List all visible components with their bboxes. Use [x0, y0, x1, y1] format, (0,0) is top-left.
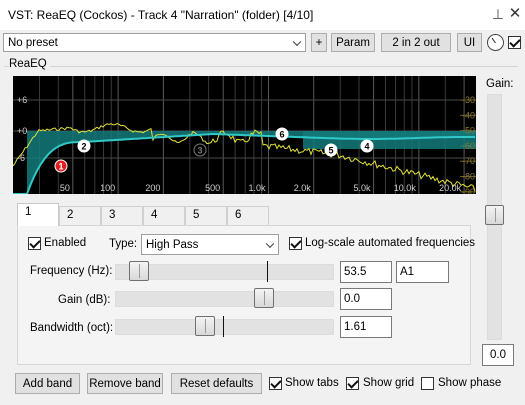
freq-label: 500 — [205, 183, 220, 193]
reset-defaults-button[interactable]: Reset defaults — [171, 373, 262, 394]
band-gain-slider-thumb[interactable] — [253, 288, 274, 308]
band-gain-field[interactable]: 0.0 — [340, 288, 392, 310]
enabled-checkbox[interactable] — [28, 237, 41, 250]
group-label: ReaEQ — [9, 58, 50, 70]
db-label-right: -50 — [462, 126, 475, 136]
close-icon[interactable]: ✕ — [506, 4, 524, 26]
gain-db-label: Gain (dB): — [58, 294, 111, 306]
frequency-label: Frequency (Hz): — [30, 265, 113, 277]
type-label: Type: — [109, 238, 138, 250]
band-marker-2: 2 — [77, 139, 91, 153]
band-marker-label: 2 — [81, 142, 86, 152]
remove-band-button[interactable]: Remove band — [87, 373, 163, 394]
band-marker-4: 4 — [360, 139, 374, 153]
tab-4[interactable]: 4 — [143, 206, 185, 225]
show-tabs-checkbox[interactable] — [269, 377, 282, 390]
window-title: VST: ReaEQ (Cockos) - Track 4 "Narration… — [8, 8, 314, 22]
bandwidth-slider-thumb[interactable] — [195, 316, 215, 336]
tab-5[interactable]: 5 — [185, 206, 227, 225]
tab-3[interactable]: 3 — [101, 206, 143, 225]
type-value: High Pass — [146, 238, 199, 251]
param-button[interactable]: Param — [331, 33, 375, 52]
eq-graph-canvas: 50 100 200 500 1.0k 2.0k 5.0k 10.0k 20.0k +6 +0 -6 -… — [13, 76, 476, 194]
db-label-right: -30 — [462, 95, 475, 105]
db-label: -6 — [17, 153, 25, 163]
tab-6[interactable]: 6 — [227, 206, 269, 225]
group-divider — [4, 66, 518, 67]
bandwidth-field[interactable]: 1.61 — [340, 316, 392, 338]
freq-label: 100 — [100, 183, 115, 193]
show-phase-label: Show phase — [438, 377, 502, 389]
freq-label: 1.0k — [248, 183, 266, 193]
tab-2[interactable]: 2 — [59, 206, 101, 225]
band-marker-label: 3 — [197, 146, 202, 156]
db-label: +6 — [17, 95, 27, 105]
freq-label: 5.0k — [354, 183, 372, 193]
band-marker-5: 5 — [324, 143, 338, 157]
enabled-label: Enabled — [44, 237, 87, 249]
frequency-field[interactable]: 53.5 — [340, 261, 392, 283]
gain-label: Gain: — [486, 78, 514, 90]
band-marker-label: 5 — [328, 146, 333, 156]
freq-label: 50 — [60, 183, 70, 193]
band-marker-6: 6 — [275, 127, 289, 141]
wet-knob-icon[interactable] — [487, 34, 504, 51]
logscale-checkbox[interactable] — [289, 237, 302, 250]
gain-value-field[interactable]: 0.0 — [482, 344, 514, 366]
db-label-right: -60 — [462, 141, 475, 151]
freq-label: 200 — [145, 183, 160, 193]
band-gain-slider-track[interactable] — [115, 291, 334, 307]
band-marker-label: 6 — [279, 130, 284, 140]
band-marker-label: 4 — [364, 142, 369, 152]
band-marker-label: 1 — [58, 162, 63, 172]
freq-label: 20.0k — [439, 183, 462, 193]
db-label: +0 — [17, 126, 27, 136]
frequency-slider-thumb[interactable] — [128, 261, 149, 281]
preset-dropdown[interactable]: No preset — [3, 33, 306, 52]
show-tabs-label: Show tabs — [285, 377, 339, 389]
bandwidth-slider-track[interactable] — [115, 319, 334, 335]
tab-1[interactable]: 1 — [17, 203, 59, 226]
add-band-button[interactable]: Add band — [15, 373, 80, 394]
ui-button[interactable]: UI — [457, 33, 482, 52]
gain-slider-thumb[interactable] — [485, 204, 504, 225]
frequency-default-tick — [267, 261, 268, 282]
chevron-down-icon — [292, 37, 302, 46]
preset-value: No preset — [8, 36, 58, 49]
type-dropdown[interactable]: High Pass — [141, 234, 279, 255]
db-label-right: -70 — [462, 156, 475, 166]
io-button[interactable]: 2 in 2 out — [381, 33, 451, 52]
chevron-down-icon — [265, 239, 275, 248]
freq-label: 10.0k — [394, 183, 417, 193]
show-grid-label: Show grid — [363, 377, 415, 389]
band-marker-3: 3 — [193, 143, 207, 157]
note-field[interactable]: A1 — [396, 261, 449, 283]
pin-icon[interactable]: ⊥ — [490, 6, 506, 24]
show-phase-checkbox[interactable] — [421, 377, 434, 390]
db-label-right: -80 — [462, 172, 475, 182]
bandwidth-label: Bandwidth (oct): — [30, 322, 114, 334]
logscale-label: Log-scale automated frequencies — [305, 237, 476, 249]
bandwidth-default-tick — [223, 316, 224, 337]
add-preset-button[interactable]: + — [311, 33, 327, 52]
db-label-right: -90 — [462, 187, 475, 194]
freq-label: 2.0k — [294, 183, 312, 193]
db-label-right: -40 — [462, 110, 475, 120]
bypass-checkbox[interactable] — [508, 36, 521, 49]
show-grid-checkbox[interactable] — [346, 377, 359, 390]
eq-graph[interactable]: 50 100 200 500 1.0k 2.0k 5.0k 10.0k 20.0k +6 +0 -6 -… — [13, 76, 476, 194]
band-marker-1: 1 — [54, 159, 68, 173]
